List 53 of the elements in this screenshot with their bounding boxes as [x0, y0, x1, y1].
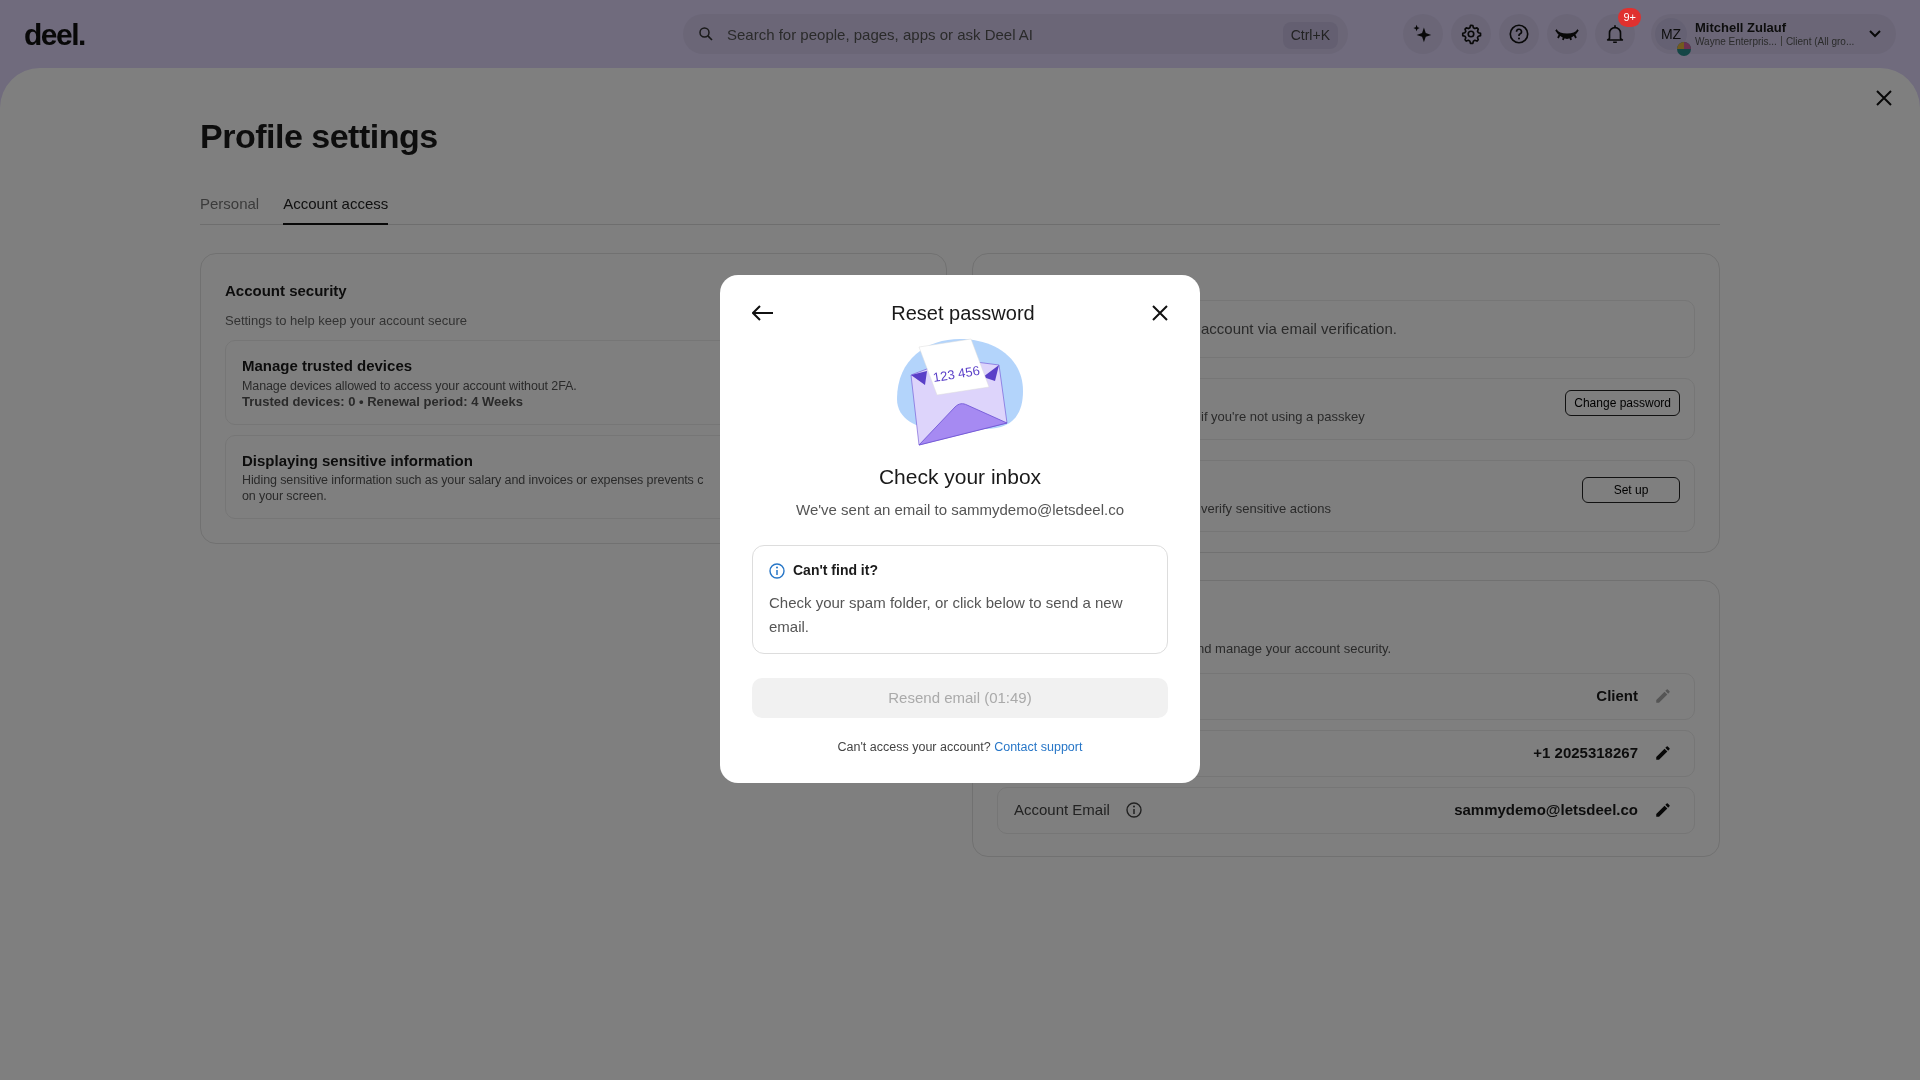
- field-value: +1 2025318267: [1533, 743, 1638, 764]
- setting-detail: Trusted devices: 0 • Renewal period: 4 Weeks: [242, 393, 524, 410]
- close-icon: [1152, 305, 1168, 321]
- info-icon: [769, 562, 785, 579]
- page-title: Profile settings: [200, 116, 439, 157]
- support-text: Can't access your account? Contact support: [836, 739, 1084, 756]
- back-button[interactable]: [752, 305, 774, 321]
- notification-count: 9+: [1618, 8, 1641, 27]
- action-button[interactable]: Change password: [1565, 389, 1680, 416]
- org-logo-icon: [1677, 42, 1691, 56]
- setting-title: Manage trusted devices: [242, 356, 413, 377]
- account-switcher[interactable]: MZ Mitchell Zulauf Wayne Enterpris... Client (All gro...: [1651, 14, 1896, 54]
- user-role: Client (All gro...: [1785, 36, 1855, 47]
- setting-description: verify sensitive actions: [1201, 499, 1332, 518]
- action-button[interactable]: Set up: [1582, 476, 1680, 503]
- callout-title: Can't find it?: [793, 561, 878, 580]
- setting-title: Displaying sensitive information: [242, 450, 473, 471]
- user-name: Mitchell Zulauf: [1695, 20, 1787, 35]
- hide-sensitive-button[interactable]: [1547, 14, 1587, 54]
- setting-description: if you're not using a passkey: [1201, 407, 1365, 426]
- field-label: Account Email: [1014, 800, 1110, 821]
- help-button[interactable]: [1499, 14, 1539, 54]
- edit-button[interactable]: [1654, 744, 1672, 763]
- edit-button[interactable]: [1654, 801, 1672, 820]
- field-value: Client: [1596, 686, 1638, 707]
- ai-button[interactable]: [1403, 14, 1443, 54]
- chevron-down-icon: [1868, 29, 1882, 39]
- card-subtitle: Settings to help keep your account secure: [225, 311, 468, 330]
- field-value: sammydemo@letsdeel.co: [1454, 800, 1638, 821]
- help-icon: [1508, 23, 1530, 45]
- bell-icon: [1604, 23, 1626, 45]
- settings-button[interactable]: [1451, 14, 1491, 54]
- notifications-button[interactable]: [1595, 14, 1635, 54]
- banner-text: account via email verification.: [1201, 319, 1397, 340]
- callout-text: Check your spam folder, or click below to send a new email.: [769, 593, 1124, 637]
- close-icon: [1876, 90, 1892, 106]
- dialog-title: Reset password: [891, 301, 1035, 326]
- code-text: 123 456: [932, 362, 981, 386]
- setting-description: Hiding sensitive information such as your salary and invoices or expenses prevents c: [242, 472, 704, 489]
- card-title: Account security: [225, 281, 347, 302]
- setting-description: on your screen.: [242, 488, 327, 505]
- info-icon: [1125, 802, 1142, 819]
- shortcut-hint: Ctrl+K: [1282, 22, 1338, 49]
- deel-logo[interactable]: deel.: [24, 11, 85, 57]
- close-button[interactable]: [1152, 305, 1168, 321]
- settings-icon: [1460, 23, 1482, 45]
- tab[interactable]: Personal: [200, 192, 260, 225]
- contact-support-link[interactable]: Contact support: [994, 740, 1083, 754]
- company-name: Wayne Enterpris...: [1695, 36, 1777, 47]
- back-arrow-icon: [752, 305, 774, 321]
- tab[interactable]: Account access: [283, 192, 389, 226]
- search-icon: [697, 25, 715, 43]
- setting-description: Manage devices allowed to access your account without 2FA.: [242, 377, 577, 394]
